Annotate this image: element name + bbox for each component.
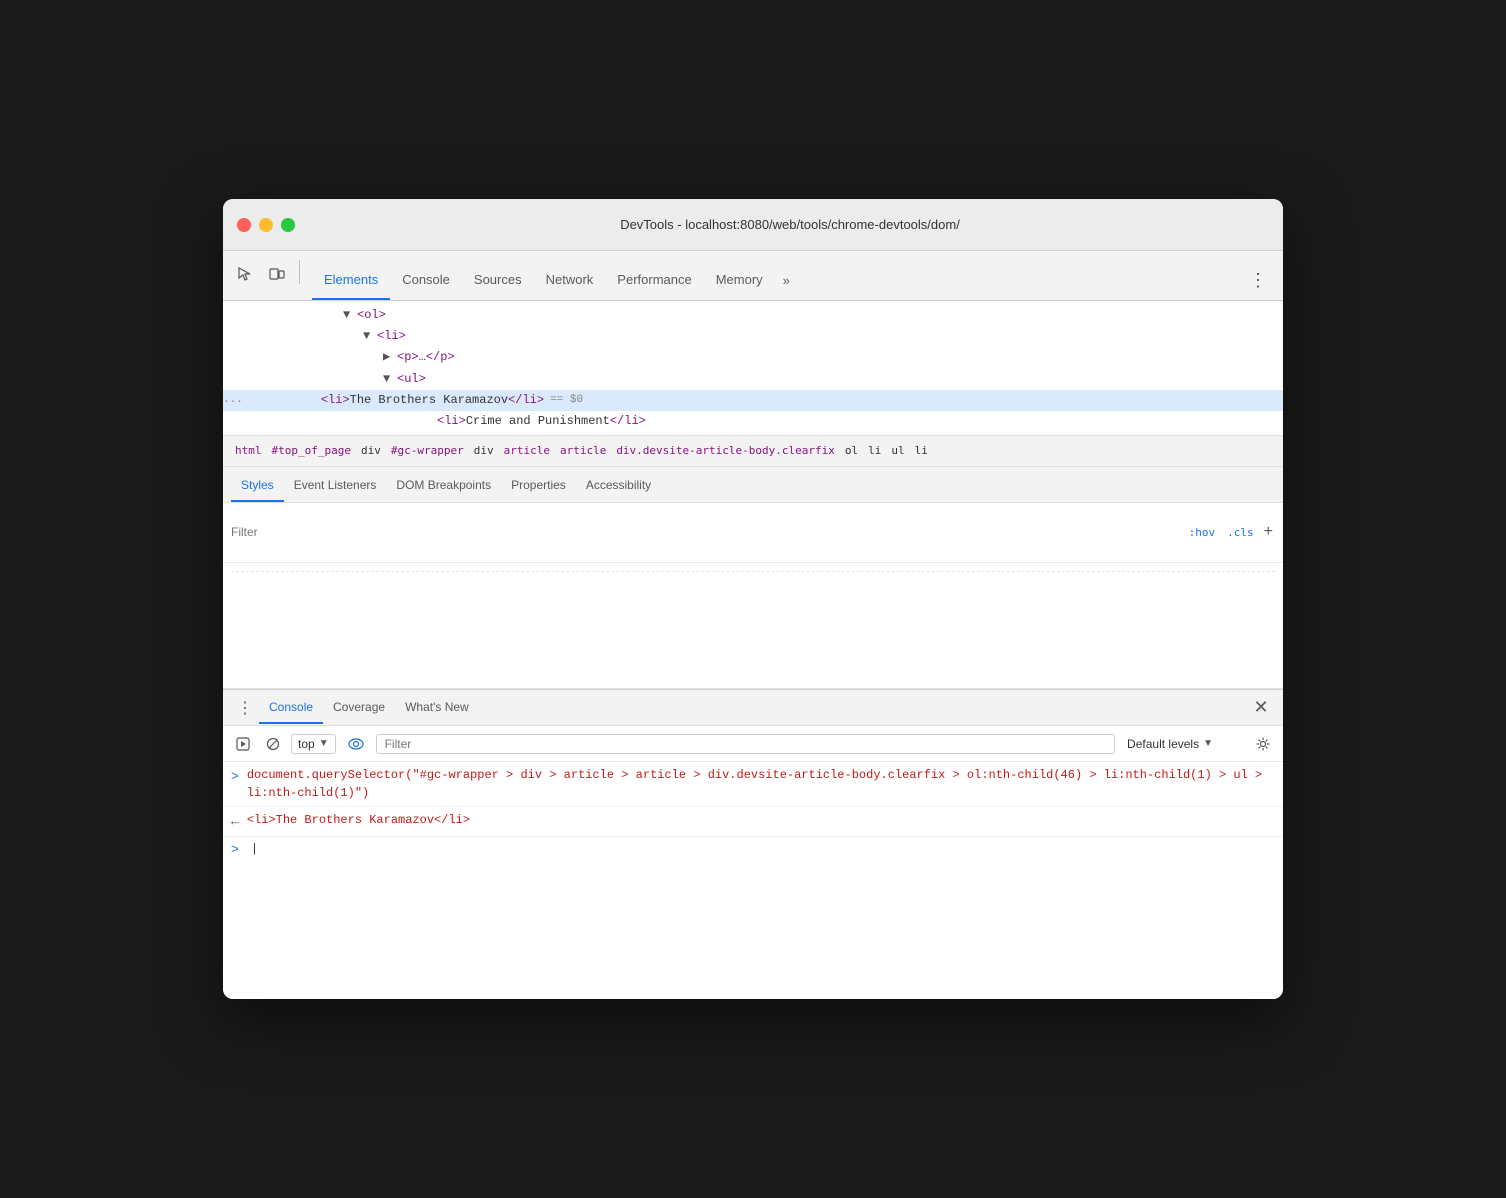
title-bar: DevTools - localhost:8080/web/tools/chro… <box>223 199 1283 251</box>
dom-row[interactable]: <li>Crime and Punishment</li> <box>223 411 1283 432</box>
devtools-tab-bar: Elements Console Sources Network Perform… <box>223 251 1283 301</box>
breadcrumb: html #top_of_page div #gc-wrapper div ar… <box>223 435 1283 467</box>
console-execute-icon[interactable] <box>231 732 255 756</box>
toolbar-icons <box>231 260 304 300</box>
tab-event-listeners[interactable]: Event Listeners <box>284 470 387 502</box>
inspect-icon[interactable] <box>231 260 259 288</box>
traffic-lights <box>237 218 295 232</box>
console-settings-icon[interactable] <box>1251 732 1275 756</box>
drawer-tab-coverage[interactable]: Coverage <box>323 692 395 724</box>
toolbar-divider <box>299 260 300 284</box>
drawer-menu-icon[interactable]: ⋮ <box>231 694 259 722</box>
cls-button[interactable]: .cls <box>1223 524 1258 541</box>
styles-content <box>223 563 1283 690</box>
breadcrumb-article1[interactable]: article <box>500 442 554 459</box>
tab-performance[interactable]: Performance <box>605 260 703 300</box>
dom-row[interactable]: ▶ <p>…</p> <box>223 347 1283 368</box>
console-toolbar: top ▼ Default levels ▼ <box>223 726 1283 762</box>
hov-cls-buttons: :hov .cls + <box>1185 521 1275 543</box>
breadcrumb-gc-wrapper[interactable]: #gc-wrapper <box>387 442 468 459</box>
console-prompt[interactable]: > | <box>223 837 1283 861</box>
tab-sources[interactable]: Sources <box>462 260 534 300</box>
drawer-tab-whats-new[interactable]: What's New <box>395 692 479 724</box>
dom-row[interactable]: </ul> <box>223 432 1283 434</box>
tab-dom-breakpoints[interactable]: DOM Breakpoints <box>386 470 501 502</box>
output-arrow-icon: ← <box>231 812 239 832</box>
window-title: DevTools - localhost:8080/web/tools/chro… <box>311 217 1269 232</box>
tab-memory[interactable]: Memory <box>704 260 775 300</box>
tab-network[interactable]: Network <box>534 260 606 300</box>
tree-toggle[interactable]: ▶ <box>383 348 397 367</box>
console-drawer: ⋮ Console Coverage What's New ✕ <box>223 689 1283 999</box>
breadcrumb-article2[interactable]: article <box>556 442 610 459</box>
maximize-button[interactable] <box>281 218 295 232</box>
default-levels-selector[interactable]: Default levels ▼ <box>1121 735 1219 753</box>
tab-elements[interactable]: Elements <box>312 260 390 300</box>
dom-tree[interactable]: ▼ <ol> ▼ <li> ▶ <p>…</p> ▼ <ul> <box>223 301 1283 435</box>
console-entry-output: ← <li>The Brothers Karamazov</li> <box>223 807 1283 837</box>
tree-toggle[interactable]: ▼ <box>363 327 377 346</box>
console-cursor: | <box>251 842 258 856</box>
drawer-tab-console[interactable]: Console <box>259 692 323 724</box>
close-button[interactable] <box>237 218 251 232</box>
tab-styles[interactable]: Styles <box>231 470 284 502</box>
tab-console[interactable]: Console <box>390 260 462 300</box>
device-icon[interactable] <box>263 260 291 288</box>
breadcrumb-div2[interactable]: div <box>470 442 498 459</box>
styles-filter-input[interactable] <box>231 525 1185 539</box>
breadcrumb-li1[interactable]: li <box>864 442 885 459</box>
devtools-menu[interactable]: ⋮ <box>1241 260 1275 300</box>
tree-toggle[interactable]: ▼ <box>383 370 397 389</box>
console-output[interactable]: > document.querySelector("#gc-wrapper > … <box>223 762 1283 999</box>
chevron-down-icon: ▼ <box>319 738 329 749</box>
tab-properties[interactable]: Properties <box>501 470 576 502</box>
breadcrumb-ol[interactable]: ol <box>841 442 862 459</box>
breadcrumb-div1[interactable]: div <box>357 442 385 459</box>
elements-panel: ▼ <ol> ▼ <li> ▶ <p>…</p> ▼ <ul> <box>223 301 1283 689</box>
breadcrumb-div-class[interactable]: div.devsite-article-body.clearfix <box>612 442 839 459</box>
console-filter-input[interactable] <box>376 734 1115 754</box>
minimize-button[interactable] <box>259 218 273 232</box>
devtools-window: DevTools - localhost:8080/web/tools/chro… <box>223 199 1283 999</box>
breadcrumb-li2[interactable]: li <box>911 442 932 459</box>
eye-icon[interactable] <box>342 730 370 758</box>
close-drawer-button[interactable]: ✕ <box>1247 694 1275 722</box>
input-arrow-icon: > <box>231 767 239 787</box>
breadcrumb-html[interactable]: html <box>231 442 266 459</box>
selected-dom-row[interactable]: ... <li>The Brothers Karamazov</li> == $… <box>223 390 1283 411</box>
styles-dashed-border <box>231 571 1275 572</box>
drawer-tab-bar: ⋮ Console Coverage What's New ✕ <box>223 690 1283 726</box>
prompt-arrow-icon: > <box>231 842 239 857</box>
hov-button[interactable]: :hov <box>1185 524 1220 541</box>
styles-filter-bar: :hov .cls + <box>223 503 1283 563</box>
tab-more[interactable]: » <box>775 260 798 300</box>
tree-toggle[interactable]: ▼ <box>343 306 357 325</box>
breadcrumb-top-of-page[interactable]: #top_of_page <box>268 442 355 459</box>
add-style-button[interactable]: + <box>1262 521 1275 543</box>
dom-row[interactable]: ▼ <li> <box>223 326 1283 347</box>
console-block-icon[interactable] <box>261 732 285 756</box>
tab-accessibility[interactable]: Accessibility <box>576 470 661 502</box>
dom-row[interactable]: ▼ <ul> <box>223 369 1283 390</box>
dom-row[interactable]: ▼ <ol> <box>223 305 1283 326</box>
console-entry-input: > document.querySelector("#gc-wrapper > … <box>223 762 1283 807</box>
context-selector[interactable]: top ▼ <box>291 734 336 754</box>
breadcrumb-ul[interactable]: ul <box>887 442 908 459</box>
panel-tab-bar: Styles Event Listeners DOM Breakpoints P… <box>223 467 1283 503</box>
levels-chevron-icon: ▼ <box>1203 738 1213 749</box>
